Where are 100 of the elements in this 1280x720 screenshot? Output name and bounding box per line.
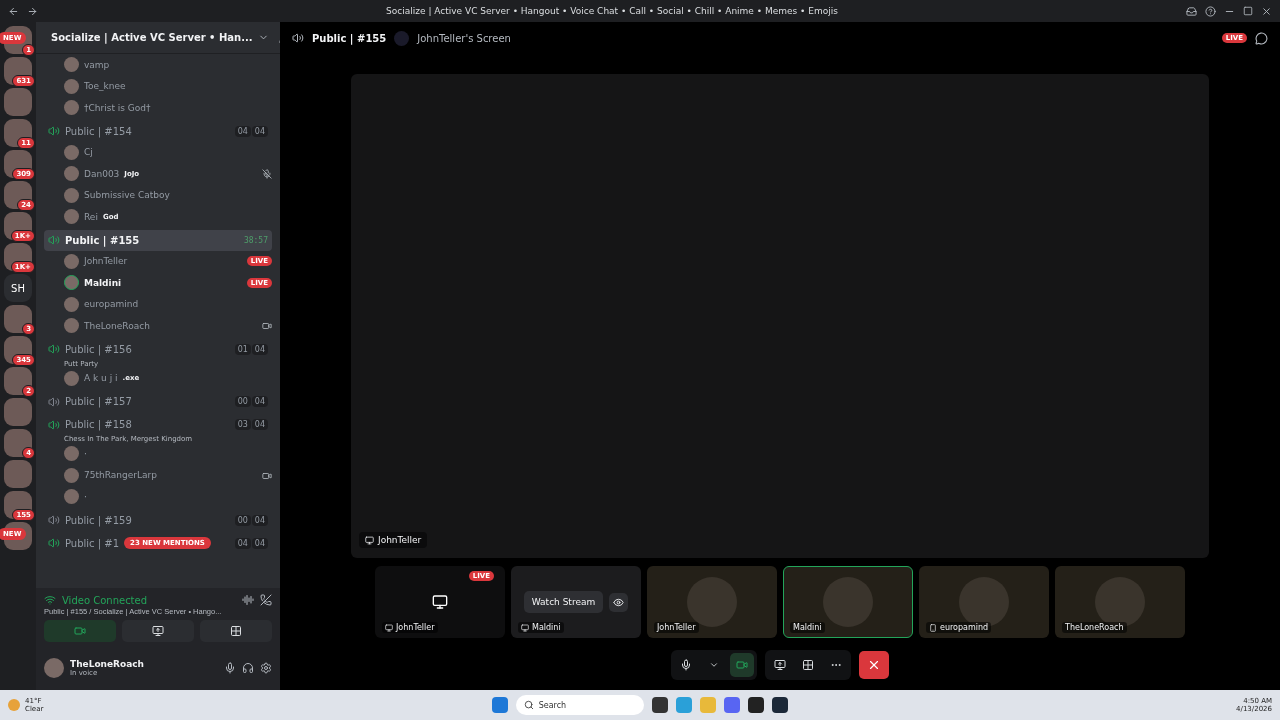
user-name[interactable]: europamind — [84, 299, 139, 310]
voice-channel[interactable]: Public | #156 01 04 — [44, 338, 272, 360]
user-name[interactable]: Submissive Catboy — [84, 190, 170, 201]
user-count: 04 — [251, 125, 268, 137]
user-name[interactable]: †Christ is God† — [84, 102, 151, 113]
channel-name: Public | #155 — [65, 234, 140, 246]
avatar — [64, 100, 79, 116]
microphone-icon — [224, 662, 236, 674]
monitor-icon — [365, 535, 374, 545]
user-count: 04 — [234, 125, 251, 137]
chevron-down-icon — [709, 660, 719, 670]
channel-name: Public | #156 — [65, 343, 132, 355]
avatar — [64, 209, 79, 225]
chat-icon — [1255, 31, 1268, 45]
avatar — [64, 144, 79, 160]
participant-tile[interactable]: Watch Stream Maldini — [511, 566, 641, 638]
user-name[interactable]: Rei — [84, 211, 98, 222]
user-name: TheLoneRoach — [70, 659, 145, 669]
user-count: 04 — [251, 419, 268, 430]
participant-name: Maldini — [790, 622, 825, 633]
channel-name: Public | #158 — [65, 419, 132, 430]
participant-name: JohnTeller — [382, 622, 438, 633]
headphones-icon — [242, 662, 254, 674]
voice-channel[interactable]: Public | #159 00 04 — [44, 509, 272, 531]
user-count: 04 — [251, 514, 268, 526]
monitor-icon — [432, 594, 448, 610]
participant-tile[interactable]: TheLoneRoach — [1055, 566, 1185, 638]
eye-icon — [613, 596, 625, 608]
signal-icon — [44, 594, 56, 606]
screen-title: JohnTeller's Screen — [417, 32, 511, 44]
avatar — [44, 658, 64, 678]
stream-view[interactable]: JohnTeller — [351, 74, 1209, 558]
user-count: 00 — [234, 514, 251, 526]
user-name[interactable]: Toe_knee — [84, 81, 126, 92]
user-name[interactable]: Maldini — [84, 277, 122, 288]
watch-stream-button[interactable]: Watch Stream — [523, 591, 604, 613]
server-name[interactable]: Socialize | Active VC Server • Han... — [51, 32, 253, 43]
avatar — [64, 187, 79, 203]
screen-share-icon — [774, 659, 786, 671]
user-name[interactable]: Cj — [84, 147, 93, 158]
back-arrow-icon — [8, 5, 19, 17]
hang-up-icon — [260, 594, 272, 606]
user-count: 04 — [234, 537, 251, 549]
call-timer: 38:57 — [243, 235, 268, 245]
inbox-icon — [1186, 5, 1197, 17]
monitor-icon — [385, 623, 393, 632]
activities-button[interactable] — [200, 620, 272, 642]
participant-name: TheLoneRoach — [1062, 622, 1127, 633]
server-icon[interactable]: SH — [4, 274, 32, 302]
microphone-icon — [680, 659, 692, 671]
forward-arrow-icon — [27, 5, 38, 17]
maximize-icon — [1243, 6, 1253, 16]
search-icon — [523, 700, 534, 710]
grid-icon — [802, 659, 814, 671]
user-name[interactable]: vamp — [84, 59, 110, 70]
participant-tile[interactable]: Maldini — [783, 566, 913, 638]
search-field[interactable]: Search — [515, 695, 644, 715]
user-count: 00 — [234, 396, 251, 407]
voice-channel[interactable]: Public | #154 04 04 — [44, 120, 272, 142]
participant-tile[interactable]: JohnTeller — [647, 566, 777, 638]
speaker-icon — [292, 32, 304, 44]
participant-tile[interactable]: europamind — [919, 566, 1049, 638]
avatar — [394, 30, 410, 46]
camera-button[interactable] — [730, 653, 754, 677]
avatar — [64, 296, 79, 312]
server-icon[interactable] — [4, 181, 32, 209]
channel-name: Public | #157 — [65, 396, 132, 407]
connection-status: Video Connected — [62, 594, 148, 606]
user-name[interactable]: · — [84, 448, 87, 459]
user-name[interactable]: · — [84, 491, 87, 502]
voice-channel[interactable]: Public | #157 00 04 — [44, 391, 272, 412]
end-stream-button[interactable] — [859, 651, 889, 679]
channel-name: Public | #1 — [65, 537, 120, 549]
voice-channel[interactable]: Public | #158 03 04 — [44, 414, 272, 435]
participant-name: europamind — [926, 622, 992, 633]
participant-name: Maldini — [518, 622, 564, 633]
user-name[interactable]: Dan003 — [84, 168, 120, 179]
start-icon[interactable] — [491, 697, 508, 713]
monitor-icon — [521, 623, 529, 632]
avatar — [64, 57, 79, 73]
user-name[interactable]: A k u j i — [84, 373, 118, 384]
user-count: 04 — [251, 537, 268, 549]
avatar — [64, 446, 79, 462]
voice-channel[interactable]: Public | #155 38:57 — [44, 229, 272, 251]
video-placeholder — [823, 577, 873, 627]
phone-icon — [929, 623, 937, 632]
user-name[interactable]: JohnTeller — [84, 256, 128, 267]
user-name[interactable]: 75thRangerLarp — [84, 470, 157, 481]
close-icon — [1261, 5, 1272, 17]
window-title: Socialize | Active VC Server • Hangout • Voice Chat • Call • Social • Chill • Anime • Memes • Emojis — [385, 6, 839, 16]
avatar — [64, 370, 79, 386]
camera-icon — [74, 625, 86, 637]
user-count: 04 — [251, 343, 268, 355]
close-icon — [867, 658, 881, 672]
avatar — [64, 489, 79, 505]
help-icon — [1205, 5, 1216, 17]
channel-name: Public | #155 — [312, 32, 387, 44]
user-name[interactable]: TheLoneRoach — [84, 320, 150, 331]
channel-name: Public | #159 — [65, 514, 132, 526]
watch-icon-button[interactable] — [609, 592, 629, 612]
